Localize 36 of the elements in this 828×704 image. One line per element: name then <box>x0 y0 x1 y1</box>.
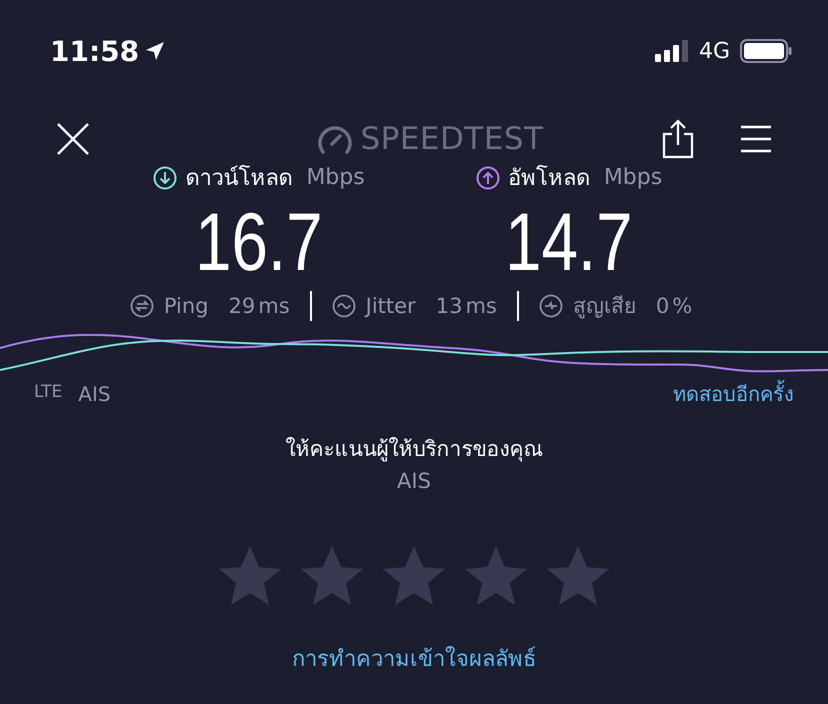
speedtest-logo: SPEEDTEST <box>360 121 544 157</box>
speed-value: 16.7 <box>195 197 323 289</box>
metric-value: 0% <box>656 294 692 318</box>
clock-time: 11:58 <box>50 34 140 68</box>
provider-name: AIS <box>78 382 111 406</box>
results-help-link[interactable]: การทำความเข้าใจผลลัพธ์ <box>292 641 536 676</box>
metric-value: 13 ms <box>436 294 497 318</box>
star-icon[interactable] <box>547 545 609 605</box>
star-icon[interactable] <box>219 545 281 605</box>
unit-label: Mbps <box>306 165 365 190</box>
connection-technology: LTE <box>34 382 62 404</box>
network-type: 4G <box>698 38 730 64</box>
rating-prompt: ให้คะแนนผู้ให้บริการของคุณ <box>286 436 542 464</box>
menu-icon[interactable] <box>740 124 772 154</box>
location-arrow-icon <box>145 41 166 61</box>
star-icon[interactable] <box>465 545 527 605</box>
signal-icon <box>654 40 689 62</box>
wave-icon <box>332 294 356 318</box>
metric-label: สูญเสีย <box>572 293 636 320</box>
ping-icon <box>130 294 154 318</box>
metric-value: 29 ms <box>228 294 290 318</box>
star-icon[interactable] <box>383 545 445 605</box>
unit-label: Mbps <box>604 165 662 190</box>
star-icon[interactable] <box>301 545 363 605</box>
battery-icon <box>740 39 792 63</box>
provider-name: AIS <box>397 469 431 493</box>
metric-label: Jitter <box>366 294 416 318</box>
gauge-icon <box>318 124 352 154</box>
result-label: ดาวน์โหลด <box>185 164 292 193</box>
result-label: อัพโหลด <box>508 164 590 193</box>
speed-value: 14.7 <box>505 197 633 289</box>
packet-loss-icon <box>538 294 563 318</box>
close-icon[interactable] <box>56 122 90 156</box>
metric-label: Ping <box>164 294 208 318</box>
share-icon[interactable] <box>662 119 694 159</box>
retest-link[interactable]: ทดสอบอีกครั้ง <box>673 378 794 410</box>
